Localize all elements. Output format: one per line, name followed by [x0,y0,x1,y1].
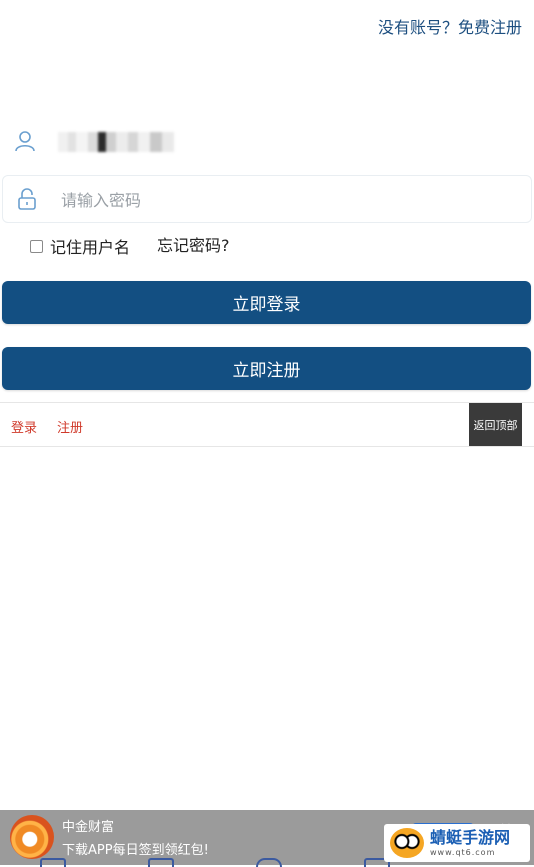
app-logo-icon [10,815,54,859]
watermark-url: www.qt6.com [430,847,496,857]
username-masked-value [58,132,174,152]
ad-subtitle: 下载APP每日签到领红包! [62,843,209,858]
nav-home-icon[interactable] [40,858,66,867]
nav-calendar-icon[interactable] [148,858,174,867]
site-watermark: 蜻蜓手游网 www.qt6.com [384,824,530,862]
username-row[interactable] [0,122,534,162]
remember-username[interactable]: 记住用户名 [30,235,130,257]
footer-login-link[interactable]: 登录 [11,417,37,436]
remember-label: 记住用户名 [50,238,131,257]
user-icon [15,131,35,152]
footer-register-link[interactable]: 注册 [57,417,83,436]
lock-icon [18,188,36,210]
remember-checkbox[interactable] [30,239,43,253]
forgot-password-link[interactable]: 忘记密码? [157,235,230,257]
dragonfly-mascot-icon [390,828,424,858]
password-field[interactable] [2,175,532,223]
back-to-top-button[interactable]: 返回顶部 [469,403,522,446]
ad-title: 中金财富 [62,820,115,835]
register-button[interactable]: 立即注册 [2,347,531,390]
watermark-brand: 蜻蜓手游网 [430,827,511,847]
nav-circle-icon[interactable] [256,858,282,867]
password-input[interactable] [59,184,503,216]
login-button[interactable]: 立即登录 [2,281,531,324]
free-register-link[interactable]: 没有账号？免费注册 [378,14,522,38]
footer-bar: 登录 注册 返回顶部 [0,402,534,447]
